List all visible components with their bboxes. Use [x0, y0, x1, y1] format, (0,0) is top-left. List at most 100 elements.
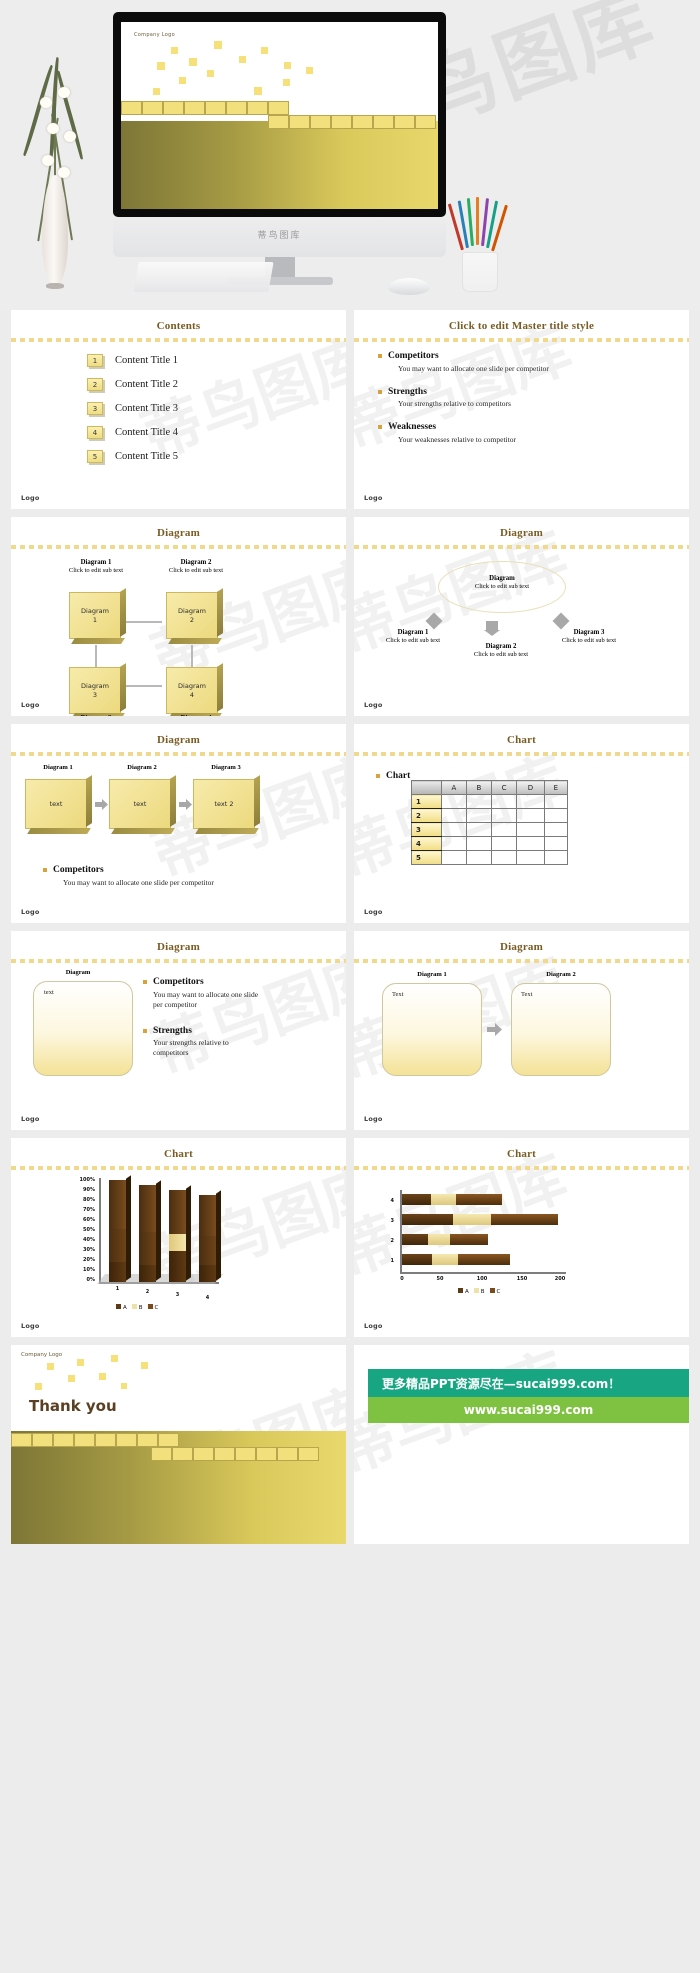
cell[interactable]	[490, 836, 518, 851]
bar-category-2[interactable]	[139, 1180, 161, 1282]
cell[interactable]	[465, 836, 492, 851]
cell[interactable]	[465, 822, 492, 837]
slide-master-title[interactable]: 蒂鸟图库 Click to edit Master title style Co…	[354, 310, 689, 509]
slide-diagram-process[interactable]: 蒂鸟图库 Diagram Diagram 1 Diagram 2 Diagram…	[11, 724, 346, 923]
cell[interactable]	[465, 794, 492, 809]
divider-dots	[11, 545, 346, 549]
slide-diagram-grid[interactable]: 蒂鸟图库 Diagram Diagram 1 Click to edit sub…	[11, 517, 346, 716]
cell[interactable]	[441, 836, 467, 851]
table-row[interactable]: 3	[411, 822, 569, 837]
bar-category-1[interactable]	[109, 1175, 131, 1282]
slide-promo[interactable]: 蒂鸟图库 更多精品PPT资源尽在—sucai999.com！ www.sucai…	[354, 1345, 689, 1544]
cell[interactable]	[543, 794, 569, 809]
bar-category-4[interactable]	[199, 1190, 221, 1282]
cell[interactable]	[543, 822, 569, 837]
diagram-box-1[interactable]: Diagram 1	[69, 592, 121, 639]
cell[interactable]	[441, 808, 467, 823]
bar-category-1[interactable]	[402, 1254, 510, 1265]
item-number: 5	[87, 450, 103, 463]
legend-item-b: B	[473, 1288, 485, 1295]
slide-diagram-two-panels[interactable]: 蒂鸟图库 Diagram Diagram 1 Text Diagram 2 Te…	[354, 931, 689, 1130]
cell[interactable]	[465, 850, 492, 865]
caption-sub: Click to edit sub text	[561, 637, 617, 645]
logo-placeholder: Logo	[21, 908, 40, 916]
slide-title: Chart	[163, 1148, 194, 1160]
segment-B	[432, 1254, 459, 1265]
ytick-50: 50%	[83, 1227, 95, 1233]
slide-chart-bar[interactable]: 蒂鸟图库 Chart 4 3 2 1	[354, 1138, 689, 1337]
cell[interactable]	[516, 836, 545, 851]
chart-data-table[interactable]: A B C D E 1 2 3 4 5	[411, 780, 569, 865]
item-number: 1	[87, 354, 103, 367]
slide-chart-table[interactable]: 蒂鸟图库 Chart Chart A B C D E 1 2 3 4 5 Log…	[354, 724, 689, 923]
table-row[interactable]: 1	[411, 794, 569, 809]
slide-title: Chart	[506, 1148, 537, 1160]
cell[interactable]	[490, 794, 518, 809]
keyboard	[133, 262, 274, 292]
process-box-1[interactable]: text	[25, 779, 87, 829]
list-item[interactable]: 5 Content Title 5	[87, 450, 346, 463]
cell[interactable]	[465, 808, 492, 823]
list-item[interactable]: 3 Content Title 3	[87, 402, 346, 415]
table-row[interactable]: 5	[411, 850, 569, 865]
list-item[interactable]: 2 Content Title 2	[87, 378, 346, 391]
segment-C	[109, 1180, 126, 1229]
cell[interactable]	[490, 822, 518, 837]
table-row[interactable]: 4	[411, 836, 569, 851]
slide-row-6: 蒂鸟图库 Company Logo Thank you	[0, 1345, 700, 1544]
process-box-3[interactable]: text 2	[193, 779, 255, 829]
cell[interactable]	[516, 850, 545, 865]
ytick-20: 20%	[83, 1257, 95, 1263]
bullet-subtext: Your strengths relative to competitors	[153, 1038, 229, 1058]
cell[interactable]	[516, 808, 545, 823]
segment-C	[490, 1214, 558, 1225]
bar-category-2[interactable]	[402, 1234, 488, 1245]
table-row[interactable]: 2	[411, 808, 569, 823]
divider-dots	[11, 1166, 346, 1170]
bullet-list: Competitors You may want to allocate one…	[143, 977, 261, 1059]
cell[interactable]	[441, 794, 467, 809]
cell[interactable]	[543, 808, 569, 823]
bullet-subtext: You may want to allocate one slide per c…	[153, 989, 259, 1009]
segment-B	[139, 1232, 156, 1265]
promo-banner-secondary[interactable]: www.sucai999.com	[368, 1397, 689, 1423]
bar-category-3[interactable]	[402, 1214, 558, 1225]
slide-thank-you[interactable]: 蒂鸟图库 Company Logo Thank you	[11, 1345, 346, 1544]
cell[interactable]	[543, 836, 569, 851]
cell[interactable]	[441, 822, 467, 837]
hero-image: 蒂鸟图库 Company Logo 蒂鸟图库	[0, 0, 700, 310]
item-label: Content Title 3	[115, 403, 179, 414]
ellipse-center-caption: Diagram Click to edit sub text	[460, 575, 544, 592]
promo-banner-primary[interactable]: 更多精品PPT资源尽在—sucai999.com！	[368, 1369, 689, 1397]
cell[interactable]	[490, 808, 518, 823]
bar-chart: 4 3 2 1 0 50 100 150 200 A B C	[354, 1176, 689, 1306]
bar-category-4[interactable]	[402, 1194, 502, 1205]
list-item[interactable]: 1 Content Title 1	[87, 354, 346, 367]
bullet-subtext: Your weaknesses relative to competitor	[398, 434, 516, 444]
slide-diagram-panel[interactable]: 蒂鸟图库 Diagram Diagram text Competitors Yo…	[11, 931, 346, 1130]
th-c: C	[490, 780, 518, 795]
logo-placeholder: Logo	[364, 908, 383, 916]
slide-contents[interactable]: 蒂鸟图库 Contents 1 Content Title 1 2 Conten…	[11, 310, 346, 509]
cell[interactable]	[490, 850, 518, 865]
bar-category-3[interactable]	[169, 1185, 191, 1282]
diagram-box-2[interactable]: Diagram 2	[166, 592, 218, 639]
cell[interactable]	[441, 850, 467, 865]
row-header: 1	[411, 794, 442, 809]
cell[interactable]	[516, 822, 545, 837]
arrow-right-icon	[95, 797, 108, 810]
xtick-4: 4	[205, 1295, 210, 1301]
diagram-box-4[interactable]: Diagram 4	[166, 667, 218, 714]
cell[interactable]	[516, 794, 545, 809]
diagram-box-3[interactable]: Diagram 3	[69, 667, 121, 714]
process-box-2[interactable]: text	[109, 779, 171, 829]
bullet-subtext: You may want to allocate one slide per c…	[398, 363, 549, 373]
cell[interactable]	[543, 850, 569, 865]
bullet-heading: Competitors	[388, 351, 439, 361]
bullet-list: Competitors You may want to allocate one…	[11, 846, 228, 888]
divider-dots	[354, 959, 689, 963]
slide-chart-column[interactable]: 蒂鸟图库 Chart 100% 90% 80% 70% 60% 50% 40% …	[11, 1138, 346, 1337]
caption-title: Diagram 1	[397, 629, 429, 636]
slide-diagram-ellipse[interactable]: 蒂鸟图库 Diagram Diagram Click to edit sub t…	[354, 517, 689, 716]
list-item[interactable]: 4 Content Title 4	[87, 426, 346, 439]
